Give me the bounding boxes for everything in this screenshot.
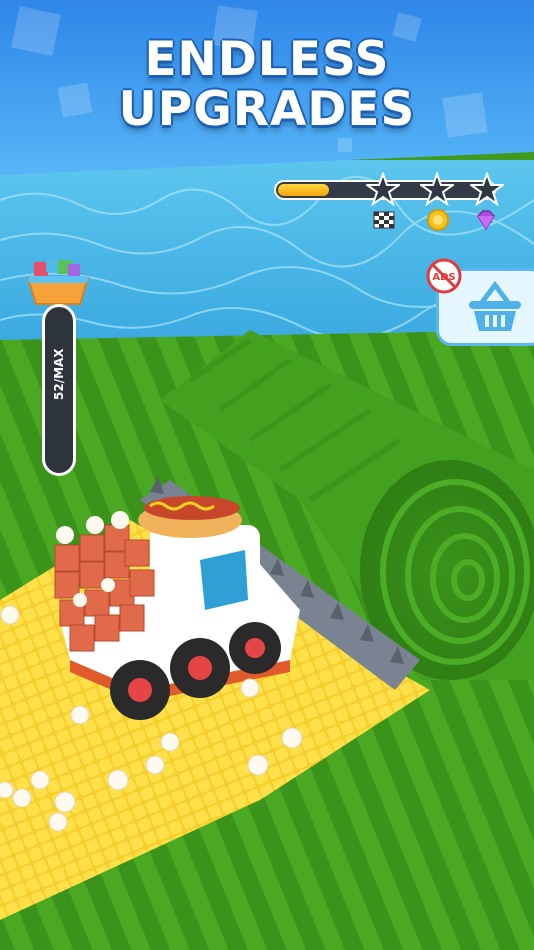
star-icon	[420, 172, 454, 206]
level-progress	[272, 172, 504, 208]
banner-title-line1: ENDLESS	[144, 32, 390, 87]
hotdog-topper	[138, 496, 242, 538]
progress-fill	[278, 184, 329, 196]
no-ads-badge-icon: ADS	[426, 258, 462, 294]
gem-icon	[477, 210, 495, 231]
shop-button[interactable]: ADS	[426, 258, 534, 350]
game-screen: ENDLESS UPGRADES 52/MAX ADS	[0, 0, 534, 950]
star-icon	[366, 172, 400, 206]
checkered-flag-icon	[373, 211, 395, 229]
banner-title-line2: UPGRADES	[118, 82, 416, 137]
basket-icon	[26, 258, 90, 305]
promo-banner: ENDLESS UPGRADES	[0, 0, 534, 175]
capacity-label: 52/MAX	[52, 348, 66, 400]
star-icon	[470, 172, 504, 206]
no-ads-label: ADS	[432, 272, 455, 283]
capacity-meter: 52/MAX	[24, 252, 94, 480]
shopping-basket-icon	[469, 281, 521, 331]
coin-icon	[427, 209, 449, 231]
